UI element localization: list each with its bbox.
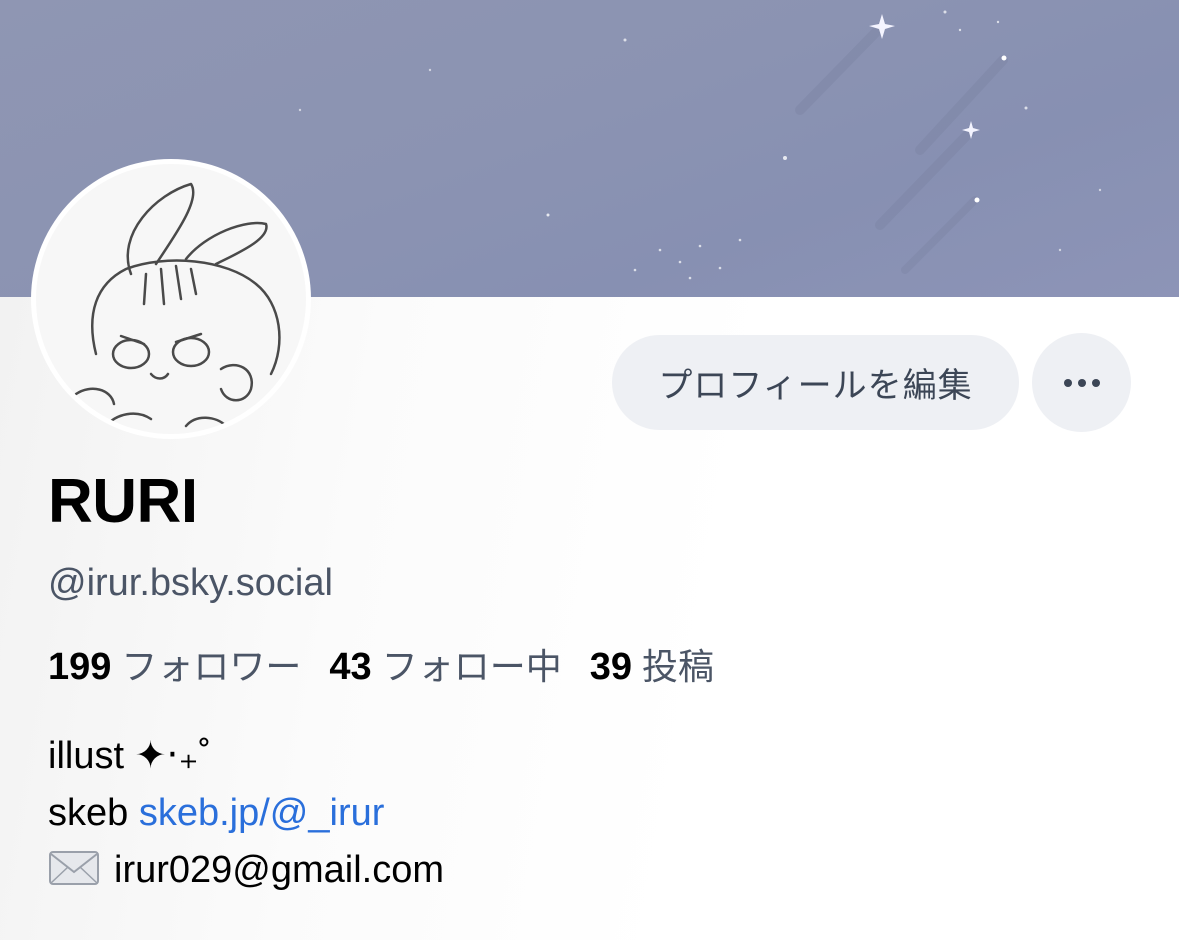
profile-stats: 199 フォロワー 43 フォロー中 39 投稿 [48,638,714,690]
avatar-image [36,164,306,434]
posts-label: 投稿 [642,647,715,688]
skeb-link[interactable]: skeb.jp/@_irur [139,792,385,834]
avatar[interactable] [31,159,311,439]
following-label: フォロー中 [381,647,562,688]
bio-line-1: illust ✦‧₊˚ [48,735,212,777]
bio-skeb-label: skeb [48,792,129,834]
followers-stat[interactable]: 199 フォロワー [48,638,301,690]
bio-email: irur029@gmail.com [114,849,445,891]
posts-stat: 39 投稿 [590,638,714,690]
display-name: RURI [48,467,198,536]
followers-count: 199 [48,646,112,688]
following-count: 43 [329,646,372,688]
more-options-button[interactable] [1032,333,1131,432]
ellipsis-icon [1061,378,1103,387]
followers-label: フォロワー [121,647,302,688]
bio-line-3: irur029@gmail.com [48,842,444,899]
edit-profile-button[interactable]: プロフィールを編集 [612,335,1019,430]
following-stat[interactable]: 43 フォロー中 [329,638,561,690]
user-handle: @irur.bsky.social [48,562,333,604]
bio-line-2: skeb skeb.jp/@_irur [48,785,444,842]
profile-bio: illust ✦‧₊˚ skeb skeb.jp/@_irur irur029@… [48,728,444,899]
posts-count: 39 [589,646,632,688]
envelope-icon [49,851,99,885]
